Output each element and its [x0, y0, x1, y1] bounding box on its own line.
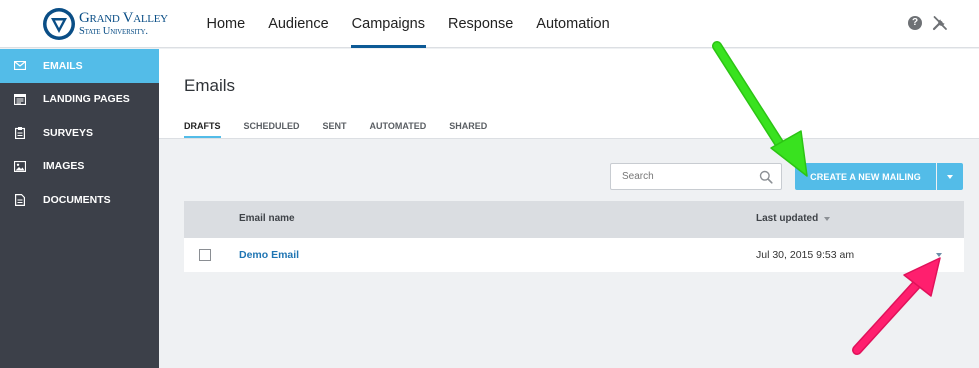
- chevron-down-icon: [947, 174, 953, 179]
- row-actions-dropdown-icon[interactable]: [936, 253, 942, 257]
- top-navigation-bar: Grand Valley State University. Home Audi…: [0, 0, 979, 48]
- image-icon: [13, 159, 27, 173]
- gvsu-logo-mark-icon: [43, 8, 75, 40]
- sidebar-item-label: IMAGES: [43, 160, 85, 173]
- sidebar-item-label: LANDING PAGES: [43, 93, 130, 106]
- sidebar-item-documents[interactable]: DOCUMENTS: [0, 183, 159, 217]
- sidebar-item-emails[interactable]: EMAILS: [0, 49, 159, 83]
- sidebar: EMAILS LANDING PAGES SURVEYS IMAGES DOCU…: [0, 49, 159, 368]
- help-icon[interactable]: ?: [908, 16, 922, 30]
- email-name-link[interactable]: Demo Email: [239, 249, 299, 261]
- search-box: [610, 163, 782, 190]
- last-updated-value: Jul 30, 2015 9:53 am: [756, 249, 855, 261]
- sidebar-item-images[interactable]: IMAGES: [0, 150, 159, 184]
- page-title: Emails: [184, 76, 236, 95]
- sidebar-item-label: SURVEYS: [43, 126, 93, 139]
- logo-line-2: State University.: [79, 25, 148, 37]
- tab-scheduled[interactable]: SCHEDULED: [244, 121, 300, 137]
- sidebar-item-label: EMAILS: [43, 59, 83, 72]
- tab-automated[interactable]: AUTOMATED: [370, 121, 427, 137]
- envelope-icon: [13, 59, 27, 73]
- nav-campaigns[interactable]: Campaigns: [340, 0, 436, 48]
- main-content: Emails DRAFTS SCHEDULED SENT AUTOMATED S…: [159, 49, 979, 368]
- tab-shared[interactable]: SHARED: [449, 121, 487, 137]
- row-checkbox[interactable]: [199, 249, 211, 261]
- logo-line-1: Grand Valley: [79, 9, 168, 26]
- nav-response[interactable]: Response: [437, 0, 525, 48]
- column-header-label: Last updated: [756, 213, 819, 224]
- sidebar-item-landing-pages[interactable]: LANDING PAGES: [0, 83, 159, 117]
- tools-icon[interactable]: [931, 14, 949, 32]
- gvsu-logo[interactable]: Grand Valley State University.: [42, 5, 172, 43]
- nav-audience[interactable]: Audience: [257, 0, 340, 48]
- emails-table: Email name Last updated Demo Email Jul 3…: [184, 201, 964, 272]
- tab-drafts[interactable]: DRAFTS: [184, 121, 221, 138]
- nav-automation[interactable]: Automation: [525, 0, 621, 48]
- search-input[interactable]: [622, 171, 752, 182]
- column-header-email-name: Email name: [239, 213, 295, 224]
- column-header-last-updated[interactable]: Last updated: [756, 213, 831, 224]
- sort-down-icon: [824, 216, 831, 221]
- sidebar-item-label: DOCUMENTS: [43, 193, 111, 206]
- document-icon: [13, 193, 27, 207]
- create-new-mailing-button[interactable]: CREATE A NEW MAILING: [795, 163, 936, 190]
- search-icon[interactable]: [759, 170, 773, 184]
- main-nav: Home Audience Campaigns Response Automat…: [195, 0, 621, 48]
- page-header: Emails DRAFTS SCHEDULED SENT AUTOMATED S…: [159, 49, 979, 139]
- create-mailing-dropdown-toggle[interactable]: [937, 163, 963, 190]
- tab-sent[interactable]: SENT: [323, 121, 347, 137]
- sidebar-item-surveys[interactable]: SURVEYS: [0, 116, 159, 150]
- nav-home[interactable]: Home: [195, 0, 257, 48]
- landing-page-icon: [13, 92, 27, 106]
- clipboard-icon: [13, 126, 27, 140]
- table-header: Email name Last updated: [184, 201, 964, 238]
- table-row: Demo Email Jul 30, 2015 9:53 am: [184, 238, 964, 272]
- email-tabs: DRAFTS SCHEDULED SENT AUTOMATED SHARED: [184, 121, 510, 138]
- logo-wordmark: Grand Valley State University.: [79, 9, 168, 38]
